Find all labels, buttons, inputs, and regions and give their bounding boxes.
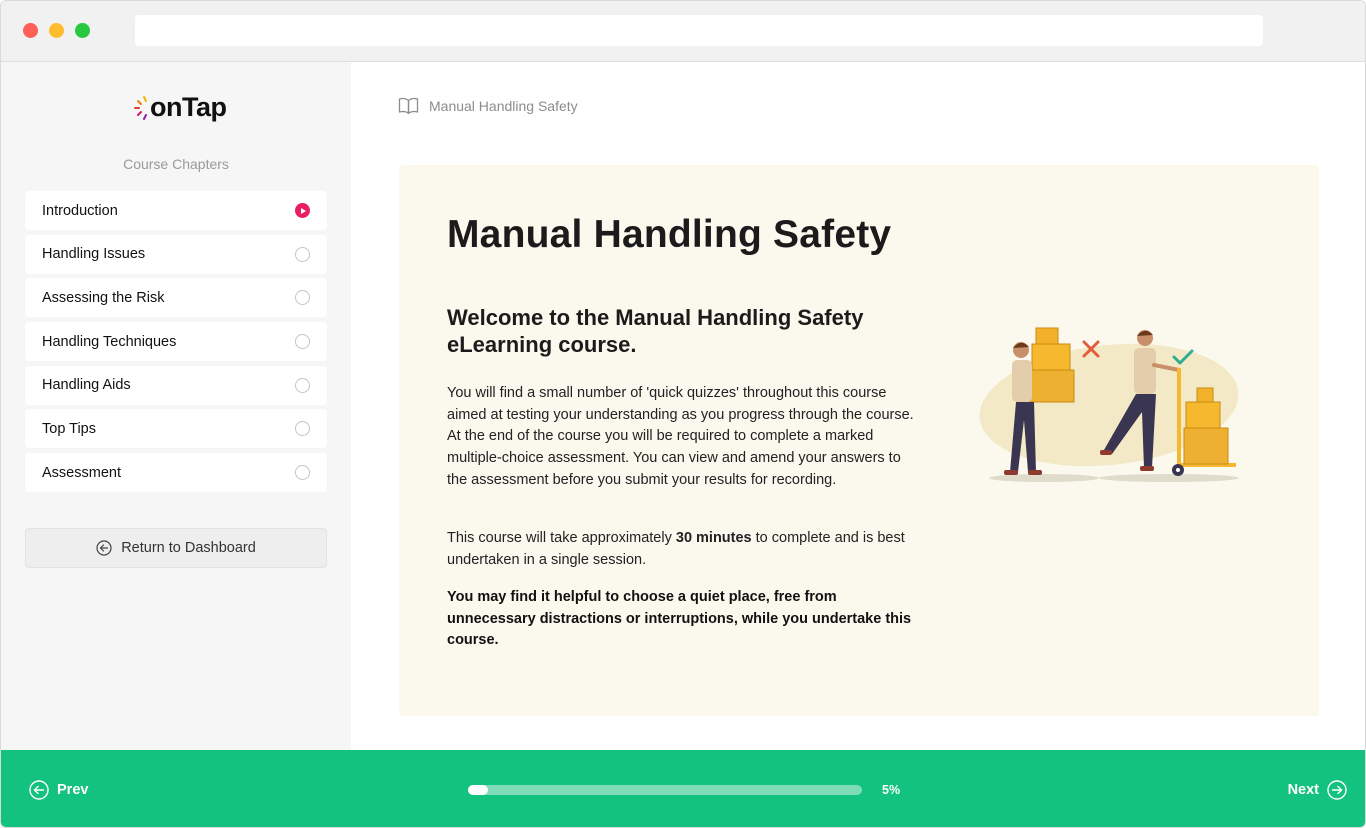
breadcrumb-label: Manual Handling Safety [429,97,578,114]
course-progress-percent: 5% [882,783,901,797]
course-progress-fill [468,785,488,795]
next-label: Next [1287,782,1319,798]
course-progress-bar [468,785,862,795]
logo-text: onTap [150,91,227,122]
empty-circle-icon [295,421,310,437]
logo: onTap [134,90,234,124]
intro-paragraph: You will find a small number of 'quick q… [447,385,914,488]
address-bar[interactable] [135,15,1263,46]
page-title: Manual Handling Safety [447,213,892,256]
empty-circle-icon [295,334,310,350]
chapter-item-handling-issues[interactable]: Handling Issues [25,234,327,274]
sidebar: onTap Course Chapters Introduction Handl… [1,62,351,750]
empty-circle-icon [295,246,310,262]
return-to-dashboard-label: Return to Dashboard [121,540,256,556]
arrow-right-circle-icon [1327,780,1347,800]
arrow-left-circle-icon [29,780,49,800]
return-to-dashboard-button[interactable]: Return to Dashboard [25,528,327,568]
chapter-label: Introduction [42,202,118,219]
course-intro-card: Manual Handling Safety Welcome to the Ma… [399,165,1319,716]
empty-circle-icon [295,290,310,306]
prev-button[interactable]: Prev [29,780,88,800]
browser-window: onTap Course Chapters Introduction Handl… [0,0,1366,828]
chapter-item-assessing-the-risk[interactable]: Assessing the Risk [25,278,327,318]
chapter-item-assessment[interactable]: Assessment [25,453,327,493]
welcome-heading: Welcome to the Manual Handling Safety eL… [447,305,864,357]
sunburst-logo-icon [134,96,147,120]
play-circle-icon [295,203,310,218]
next-button[interactable]: Next [1288,780,1347,800]
navigation-footer: Prev 5% Next [1,750,1365,827]
chapter-label: Assessment [42,464,121,481]
chapter-item-handling-techniques[interactable]: Handling Techniques [25,322,327,362]
chapter-label: Top Tips [42,420,96,437]
empty-circle-icon [295,377,310,393]
chapter-item-handling-aids[interactable]: Handling Aids [25,365,327,405]
chapter-item-introduction[interactable]: Introduction [25,191,327,230]
duration-paragraph: This course will take approximately 30 m… [447,528,917,571]
chapter-label: Handling Techniques [42,333,177,350]
chapter-label: Assessing the Risk [42,289,165,306]
chapter-item-top-tips[interactable]: Top Tips [25,409,327,449]
chapter-label: Handling Aids [42,377,131,394]
maximize-window-button[interactable] [75,23,90,38]
prev-label: Prev [57,782,89,798]
manual-handling-illustration [979,327,1239,482]
chapter-label: Handling Issues [42,246,146,263]
breadcrumb: Manual Handling Safety [398,97,578,114]
minimize-window-button[interactable] [49,23,64,38]
close-window-button[interactable] [23,23,38,38]
chapters-heading: Course Chapters [123,156,229,172]
book-icon [398,97,419,114]
duration-value: 30 minutes [675,530,752,546]
title-bar [1,1,1365,62]
advice-paragraph: You may find it helpful to choose a quie… [447,589,912,649]
empty-circle-icon [295,465,310,481]
duration-text-before: This course will take approximately [447,530,676,546]
chapter-list: Introduction Handling Issues Assessing t… [25,191,327,497]
arrow-left-circle-icon [96,540,112,556]
